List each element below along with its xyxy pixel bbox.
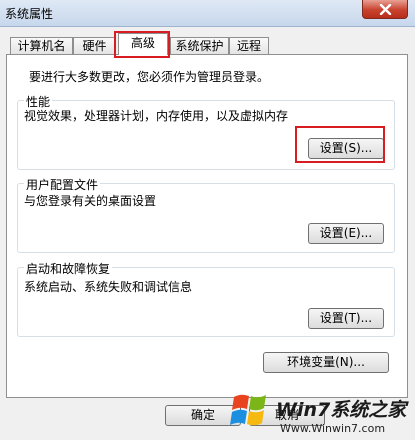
user-profiles-group: 用户配置文件 与您登录有关的桌面设置 设置(E)...: [17, 176, 395, 253]
user-profiles-title: 用户配置文件: [24, 176, 101, 193]
close-button[interactable]: [362, 0, 408, 19]
performance-desc: 视觉效果，处理器计划，内存使用，以及虚拟内存: [24, 109, 289, 123]
startup-recovery-group: 启动和故障恢复 系统启动、系统失败和调试信息 设置(T)...: [17, 260, 395, 337]
tab-hardware[interactable]: 硬件: [73, 37, 116, 54]
tab-highlight-box: [114, 31, 170, 58]
environment-variables-button[interactable]: 环境变量(N)...: [263, 352, 389, 373]
user-profiles-desc: 与您登录有关的桌面设置: [24, 194, 157, 208]
advanced-panel: 要进行大多数更改，您必须作为管理员登录。 性能 视觉效果，处理器计划，内存使用，…: [6, 54, 408, 398]
startup-recovery-settings-button[interactable]: 设置(T)...: [308, 308, 384, 329]
admin-notice: 要进行大多数更改，您必须作为管理员登录。: [29, 70, 270, 84]
tab-remote[interactable]: 远程: [229, 37, 269, 54]
settings-highlight-box: [295, 126, 385, 163]
watermark-url: Www.Winwin7.com: [280, 422, 386, 435]
startup-recovery-desc: 系统启动、系统失败和调试信息: [24, 280, 193, 294]
title-bar: 系统属性: [0, 0, 415, 27]
windows-logo-icon: [230, 394, 266, 426]
close-icon: [379, 4, 392, 15]
window-title: 系统属性: [5, 7, 54, 21]
tab-system-protection[interactable]: 系统保护: [170, 37, 229, 54]
watermark-brand: Win7系统之家: [276, 399, 407, 421]
user-profiles-settings-button[interactable]: 设置(E)...: [308, 223, 384, 244]
startup-recovery-title: 启动和故障恢复: [24, 260, 113, 277]
watermark: Win7系统之家 Www.Winwin7.com: [228, 385, 415, 440]
tab-computer-name[interactable]: 计算机名: [10, 37, 73, 54]
